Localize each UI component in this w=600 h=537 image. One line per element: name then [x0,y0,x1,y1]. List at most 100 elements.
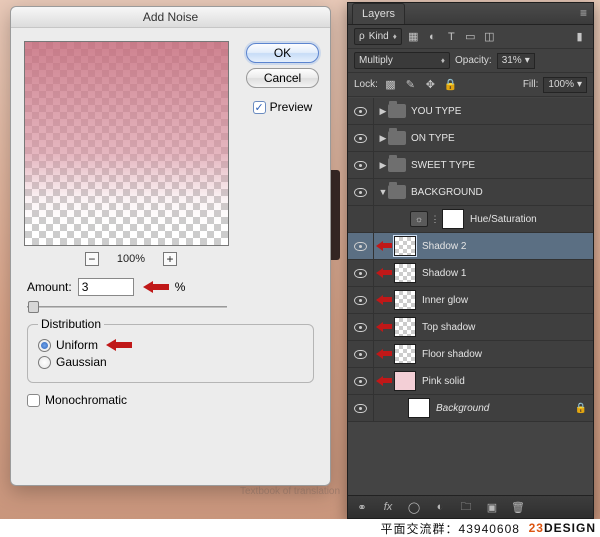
group-background[interactable]: ▼ BACKGROUND [348,179,593,206]
zoom-level: 100% [117,253,145,265]
layer-background[interactable]: Background 🔒 [348,395,593,422]
gaussian-radio[interactable] [38,356,51,369]
tab-layers[interactable]: Layers [352,3,405,24]
mask-thumbnail[interactable] [442,209,464,229]
visibility-icon[interactable] [354,323,367,332]
layer-thumbnail[interactable] [394,263,416,283]
amount-input[interactable]: 3 [78,278,134,296]
visibility-icon[interactable] [354,350,367,359]
smart-filter-icon[interactable]: ◫ [482,29,497,44]
group-sweet-type[interactable]: ▶ SWEET TYPE [348,152,593,179]
gaussian-label: Gaussian [56,355,107,369]
cancel-button[interactable]: Cancel [246,68,319,88]
amount-slider[interactable] [27,300,227,314]
annotation-arrow-icon [376,322,392,332]
lock-move-icon[interactable]: ✥ [423,77,438,92]
kind-filter[interactable]: ρKind♦ [354,28,402,45]
amount-unit: % [175,280,186,294]
layer-shadow-2[interactable]: Shadow 2 [348,233,593,260]
lock-paint-icon[interactable]: ✎ [403,77,418,92]
uniform-label: Uniform [56,338,98,352]
annotation-arrow-icon [106,339,132,351]
type-filter-icon[interactable]: T [444,29,459,44]
chevron-right-icon[interactable]: ▶ [378,106,388,117]
preview-label: Preview [270,100,313,114]
watermark-text: Textbook of translation [240,486,340,497]
chevron-right-icon[interactable]: ▶ [378,160,388,171]
group-on-type[interactable]: ▶ ON TYPE [348,125,593,152]
visibility-icon[interactable] [354,242,367,251]
distribution-group: Distribution Uniform Gaussian [27,324,314,383]
zoom-in-button[interactable]: + [163,252,177,266]
fill-input[interactable]: 100%▾ [543,77,587,93]
preview-checkbox[interactable]: ✓ [253,101,266,114]
visibility-icon[interactable] [354,188,367,197]
amount-label: Amount: [27,280,72,294]
annotation-arrow-icon [376,295,392,305]
lock-icon: 🔒 [575,403,587,414]
layer-thumbnail[interactable] [394,317,416,337]
filter-row: ρKind♦ ▦ ◐ T ▭ ◫ ▮ [348,25,593,49]
visibility-icon[interactable] [354,404,367,413]
link-icon: ⋮ [430,211,440,227]
annotation-arrow-icon [376,268,392,278]
layer-inner-glow[interactable]: Inner glow [348,287,593,314]
chevron-down-icon[interactable]: ▼ [378,187,388,197]
folder-icon [388,158,406,172]
ok-button[interactable]: OK [246,43,319,63]
layer-thumbnail[interactable] [394,290,416,310]
adjust-filter-icon[interactable]: ◐ [425,29,440,44]
adjustment-icon: ☼ [410,211,428,227]
layer-thumbnail[interactable] [394,236,416,256]
slider-thumb-icon[interactable] [28,301,39,313]
visibility-icon[interactable] [354,269,367,278]
group-you-type[interactable]: ▶ YOU TYPE [348,98,593,125]
distribution-legend: Distribution [38,317,104,331]
layers-panel: Layers ≡ ρKind♦ ▦ ◐ T ▭ ◫ ▮ Multiply♦ Op… [347,2,594,519]
layer-shadow-1[interactable]: Shadow 1 [348,260,593,287]
shape-filter-icon[interactable]: ▭ [463,29,478,44]
folder-icon [388,185,406,199]
layers-list: ▶ YOU TYPE ▶ ON TYPE ▶ SWEET TYPE ▼ BACK… [348,98,593,495]
fill-label: Fill: [523,79,539,90]
fx-icon[interactable]: fx [380,499,396,515]
visibility-icon[interactable] [354,161,367,170]
filter-toggle-icon[interactable]: ▮ [572,29,587,44]
annotation-arrow-icon [376,376,392,386]
visibility-icon[interactable] [354,296,367,305]
mask-icon[interactable]: ◯ [406,499,422,515]
group-new-icon[interactable]: 🗀 [458,499,474,515]
visibility-icon[interactable] [354,107,367,116]
layer-pink-solid[interactable]: Pink solid [348,368,593,395]
page-footer: 平面交流群：43940608 23DESIGN [0,519,600,537]
annotation-arrow-icon [376,241,392,251]
annotation-arrow-icon [143,281,169,293]
opacity-input[interactable]: 31%▾ [497,53,535,69]
layer-hue-saturation[interactable]: ☼ ⋮ Hue/Saturation [348,206,593,233]
trash-icon[interactable]: 🗑 [510,499,526,515]
layer-floor-shadow[interactable]: Floor shadow [348,341,593,368]
chevron-right-icon[interactable]: ▶ [378,133,388,144]
link-layers-icon[interactable]: ⚭ [354,499,370,515]
folder-icon [388,104,406,118]
layer-thumbnail[interactable] [408,398,430,418]
visibility-icon[interactable] [354,134,367,143]
opacity-label: Opacity: [455,55,492,66]
layers-footer: ⚭ fx ◯ ◐ 🗀 ▣ 🗑 [348,495,593,518]
add-noise-dialog: Add Noise − 100% + OK Cancel ✓ Preview A… [10,6,331,486]
panel-menu-icon[interactable]: ≡ [574,2,593,24]
monochromatic-checkbox[interactable] [27,394,40,407]
new-layer-icon[interactable]: ▣ [484,499,500,515]
visibility-icon[interactable] [354,377,367,386]
blend-mode-select[interactable]: Multiply♦ [354,52,450,69]
lock-transparent-icon[interactable]: ▩ [383,77,398,92]
zoom-out-button[interactable]: − [85,252,99,266]
layer-top-shadow[interactable]: Top shadow [348,314,593,341]
layer-thumbnail[interactable] [394,371,416,391]
lock-all-icon[interactable]: 🔒 [443,77,458,92]
pixel-filter-icon[interactable]: ▦ [406,29,421,44]
adjustment-new-icon[interactable]: ◐ [432,499,448,515]
uniform-radio[interactable] [38,339,51,352]
layer-thumbnail[interactable] [394,344,416,364]
folder-icon [388,131,406,145]
